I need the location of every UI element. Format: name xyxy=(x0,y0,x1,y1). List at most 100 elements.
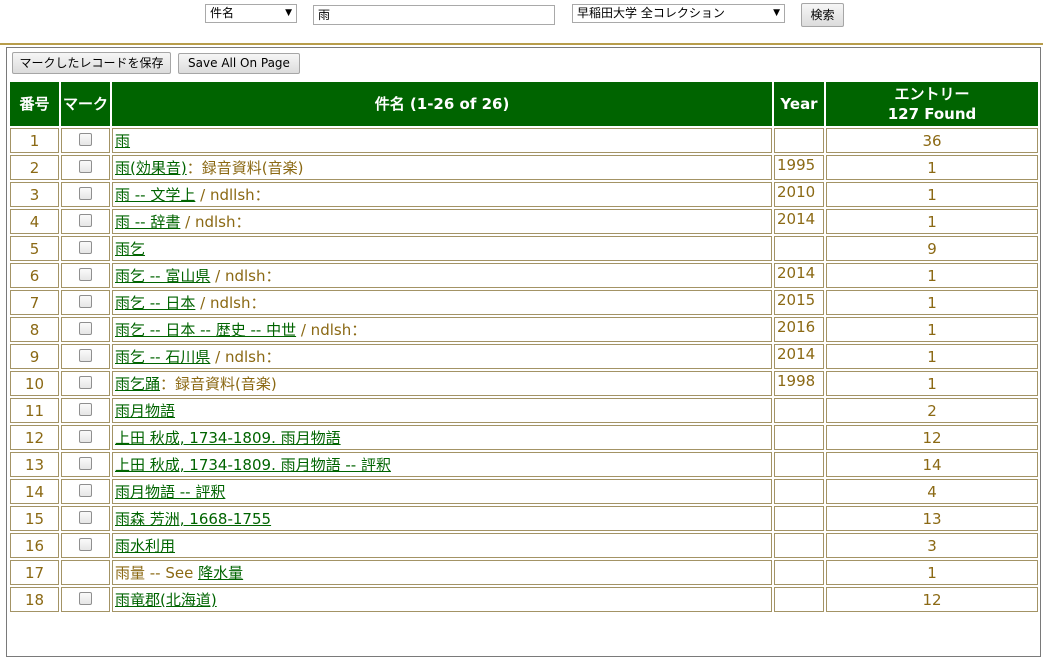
row-title-cell: 雨月物語 xyxy=(112,398,772,423)
table-row: 11 雨月物語 2 xyxy=(10,398,1038,423)
subject-link[interactable]: 雨水利用 xyxy=(115,537,175,555)
row-mark-cell xyxy=(61,155,110,180)
row-number: 18 xyxy=(10,587,59,612)
subject-link[interactable]: 雨月物語 xyxy=(115,402,175,420)
table-row: 4雨 -- 辞書 / ndlsh： 2014 1 xyxy=(10,209,1038,234)
row-year xyxy=(774,236,824,261)
mark-checkbox[interactable] xyxy=(79,132,92,146)
row-number: 11 xyxy=(10,398,59,423)
subject-link[interactable]: 雨乞 -- 石川県 xyxy=(115,348,210,366)
row-entry-count: 12 xyxy=(826,587,1038,612)
mark-checkbox[interactable] xyxy=(79,375,92,389)
subject-link[interactable]: 雨 xyxy=(115,132,130,150)
mark-checkbox[interactable] xyxy=(79,510,92,524)
mark-checkbox[interactable] xyxy=(79,159,92,173)
row-year: 2016 xyxy=(774,317,824,342)
row-mark-cell xyxy=(61,263,110,288)
search-field-select[interactable]: 件名 ▼ xyxy=(205,4,297,23)
subject-link[interactable]: 上田 秋成, 1734-1809. 雨月物語 xyxy=(115,429,341,447)
subject-link[interactable]: 雨乞 -- 日本 xyxy=(115,294,195,312)
subject-link[interactable]: 雨 -- 文学上 xyxy=(115,186,195,204)
subject-suffix: ：録音資料(音楽) xyxy=(160,375,277,393)
mark-checkbox[interactable] xyxy=(79,213,92,227)
row-entry-count: 13 xyxy=(826,506,1038,531)
table-row: 7 雨乞 -- 日本 / ndlsh： 2015 1 xyxy=(10,290,1038,315)
table-row: 15 雨森 芳洲, 1668-1755 13 xyxy=(10,506,1038,531)
subject-suffix: / ndlsh： xyxy=(210,348,281,366)
table-row: 18 雨竜郡(北海道) 12 xyxy=(10,587,1038,612)
row-year xyxy=(774,398,824,423)
subject-link[interactable]: 雨乞 -- 富山県 xyxy=(115,267,210,285)
row-entry-count: 3 xyxy=(826,533,1038,558)
table-row: 1 雨 36 xyxy=(10,128,1038,153)
row-number: 2 xyxy=(10,155,59,180)
row-title-cell: 雨竜郡(北海道) xyxy=(112,587,772,612)
row-entry-count: 14 xyxy=(826,452,1038,477)
header-entries: エントリー 127 Found xyxy=(826,82,1038,126)
row-title-cell: 雨森 芳洲, 1668-1755 xyxy=(112,506,772,531)
row-entry-count: 36 xyxy=(826,128,1038,153)
mark-checkbox[interactable] xyxy=(79,348,92,362)
subject-link[interactable]: 雨乞踊 xyxy=(115,375,160,393)
row-title-cell: 雨量 -- See 降水量 xyxy=(112,560,772,585)
row-year xyxy=(774,506,824,531)
header-mark: マーク xyxy=(61,82,110,126)
mark-checkbox[interactable] xyxy=(79,240,92,254)
row-year xyxy=(774,128,824,153)
mark-checkbox[interactable] xyxy=(79,186,92,200)
row-mark-cell xyxy=(61,290,110,315)
table-row: 14 雨月物語 -- 評釈 4 xyxy=(10,479,1038,504)
mark-checkbox[interactable] xyxy=(79,402,92,416)
subject-link[interactable]: 雨 -- 辞書 xyxy=(115,213,180,231)
subject-link[interactable]: 雨乞 xyxy=(115,240,145,258)
row-mark-cell xyxy=(61,209,110,234)
collection-select[interactable]: 早稲田大学 全コレクション ▼ xyxy=(572,4,785,23)
row-year xyxy=(774,452,824,477)
search-input[interactable]: 雨 xyxy=(313,5,555,25)
save-all-button[interactable]: Save All On Page xyxy=(178,53,300,74)
row-year xyxy=(774,560,824,585)
row-title-cell: 上田 秋成, 1734-1809. 雨月物語 -- 評釈 xyxy=(112,452,772,477)
subject-link[interactable]: 雨(効果音) xyxy=(115,159,187,177)
mark-checkbox[interactable] xyxy=(79,267,92,281)
row-year: 2015 xyxy=(774,290,824,315)
subject-link[interactable]: 上田 秋成, 1734-1809. 雨月物語 -- 評釈 xyxy=(115,456,391,474)
search-field-value: 件名 xyxy=(210,6,235,20)
table-row: 6 雨乞 -- 富山県 / ndlsh： 2014 1 xyxy=(10,263,1038,288)
mark-checkbox[interactable] xyxy=(79,537,92,551)
row-title-cell: 上田 秋成, 1734-1809. 雨月物語 xyxy=(112,425,772,450)
table-row: 3雨 -- 文学上 / ndllsh： 2010 1 xyxy=(10,182,1038,207)
mark-checkbox[interactable] xyxy=(79,429,92,443)
mark-checkbox[interactable] xyxy=(79,591,92,605)
subject-link[interactable]: 雨竜郡(北海道) xyxy=(115,591,217,609)
row-entry-count: 1 xyxy=(826,263,1038,288)
subject-link[interactable]: 雨月物語 -- 評釈 xyxy=(115,483,225,501)
dropdown-arrow-icon: ▼ xyxy=(773,8,780,18)
subject-link[interactable]: 降水量 xyxy=(198,564,243,582)
dropdown-arrow-icon: ▼ xyxy=(285,8,292,18)
row-entry-count: 9 xyxy=(826,236,1038,261)
row-mark-cell xyxy=(61,398,110,423)
mark-checkbox[interactable] xyxy=(79,483,92,497)
row-mark-cell xyxy=(61,425,110,450)
row-title-cell: 雨乞 -- 日本 -- 歴史 -- 中世 / ndlsh： xyxy=(112,317,772,342)
row-mark-cell xyxy=(61,560,110,585)
row-year: 2014 xyxy=(774,209,824,234)
row-year: 2014 xyxy=(774,263,824,288)
subject-link[interactable]: 雨乞 -- 日本 -- 歴史 -- 中世 xyxy=(115,321,296,339)
row-year: 1995 xyxy=(774,155,824,180)
row-entry-count: 1 xyxy=(826,290,1038,315)
subject-link[interactable]: 雨森 芳洲, 1668-1755 xyxy=(115,510,271,528)
mark-checkbox[interactable] xyxy=(79,294,92,308)
row-title-cell: 雨乞踊：録音資料(音楽) xyxy=(112,371,772,396)
row-title-cell: 雨月物語 -- 評釈 xyxy=(112,479,772,504)
mark-checkbox[interactable] xyxy=(79,321,92,335)
row-entry-count: 4 xyxy=(826,479,1038,504)
row-mark-cell xyxy=(61,236,110,261)
save-marked-button[interactable]: マークしたレコードを保存 xyxy=(12,52,171,74)
mark-checkbox[interactable] xyxy=(79,456,92,470)
row-year: 1998 xyxy=(774,371,824,396)
results-table: 番号 マーク 件名 (1-26 of 26) Year エントリー 127 Fo… xyxy=(8,80,1040,614)
search-button[interactable]: 検索 xyxy=(801,3,844,27)
row-number: 9 xyxy=(10,344,59,369)
